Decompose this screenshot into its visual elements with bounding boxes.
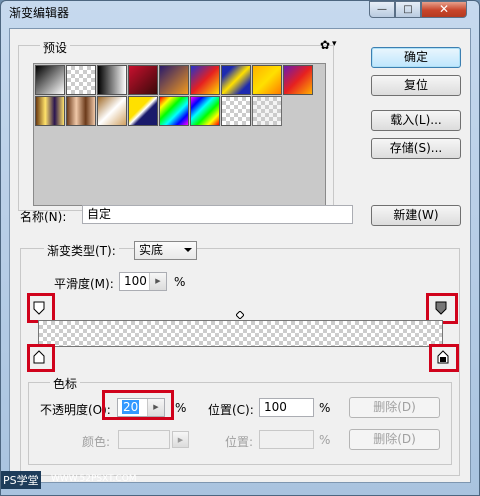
window-title: 渐变编辑器	[9, 6, 70, 20]
preset-swatch[interactable]	[221, 65, 251, 95]
maximize-button[interactable]: □	[395, 1, 421, 18]
gradient-type-label: 渐变类型(T):	[44, 242, 119, 259]
color-position-label: 位置:	[225, 435, 254, 449]
preset-swatch[interactable]	[221, 96, 251, 126]
title-bar[interactable]: 渐变编辑器 — □ ✕	[1, 1, 479, 23]
highlight-box-opacity-left	[27, 293, 55, 323]
spin-arrow-icon[interactable]: ▶	[149, 273, 166, 290]
preset-swatch-panel	[33, 63, 326, 206]
opacity-position-input[interactable]: 100	[259, 398, 314, 417]
highlight-box-opacity-input	[102, 390, 174, 420]
preset-swatch[interactable]	[128, 96, 158, 126]
presets-label: 预设	[40, 39, 71, 56]
chevron-down-icon	[184, 248, 192, 252]
opacity-unit: %	[175, 401, 187, 415]
watermark-logo: PS学堂	[1, 471, 41, 489]
gradient-preview-bar[interactable]	[38, 320, 443, 347]
load-button[interactable]: 载入(L)...	[371, 110, 461, 131]
preset-swatch[interactable]	[252, 65, 282, 95]
preset-swatch[interactable]	[159, 65, 189, 95]
gradient-type-select[interactable]: 实底	[134, 241, 197, 260]
preset-swatch[interactable]	[97, 65, 127, 95]
dialog-body: 预设 ✿ ▾ 确定 复位 载入(L)... 存储(S)... 名称(N): 自定…	[9, 28, 471, 483]
smoothness-value: 100	[124, 274, 147, 288]
stops-group	[28, 382, 452, 465]
save-button[interactable]: 存储(S)...	[371, 138, 461, 159]
opacity-position-label: 位置(C):	[208, 403, 254, 417]
color-swatch-field[interactable]	[118, 430, 170, 449]
delete-opacity-stop-button[interactable]: 删除(D)	[349, 397, 440, 418]
color-label: 颜色:	[82, 435, 111, 449]
highlight-box-color-left	[27, 344, 55, 372]
smoothness-label: 平滑度(M):	[54, 277, 114, 291]
preset-swatch[interactable]	[190, 65, 220, 95]
watermark-url: WWW.52PSXT.COM	[51, 474, 137, 484]
highlight-box-color-right	[429, 344, 459, 372]
name-input[interactable]: 自定	[82, 205, 353, 224]
color-position-input[interactable]	[259, 430, 314, 449]
preset-swatch[interactable]	[97, 96, 127, 126]
name-label: 名称(N):	[20, 210, 67, 224]
preset-swatch[interactable]	[128, 65, 158, 95]
gradient-editor-window: 渐变编辑器 — □ ✕ 预设 ✿ ▾ 确定 复位 载入(L)... 存储(S).…	[0, 0, 480, 496]
midpoint-diamond-icon[interactable]	[236, 311, 244, 319]
minimize-button[interactable]: —	[369, 1, 395, 18]
opacity-label: 不透明度(O):	[40, 403, 111, 417]
preset-swatch[interactable]	[252, 96, 282, 126]
color-position-unit: %	[319, 433, 331, 447]
opacity-position-unit: %	[319, 401, 331, 415]
reset-button[interactable]: 复位	[371, 75, 461, 96]
smoothness-unit: %	[174, 275, 186, 289]
preset-swatch[interactable]	[66, 96, 96, 126]
spin-arrow-icon[interactable]: ▶	[172, 431, 189, 448]
stops-label: 色标	[50, 375, 81, 392]
preset-swatch[interactable]	[190, 96, 220, 126]
ok-button[interactable]: 确定	[371, 47, 461, 68]
gear-icon[interactable]: ✿	[320, 38, 330, 52]
preset-swatch[interactable]	[66, 65, 96, 95]
preset-swatch[interactable]	[283, 65, 313, 95]
preset-swatch[interactable]	[159, 96, 189, 126]
preset-swatch[interactable]	[35, 96, 65, 126]
smoothness-input[interactable]: 100 ▶	[119, 272, 167, 291]
new-button[interactable]: 新建(W)	[371, 205, 461, 226]
gradient-type-value: 实底	[139, 243, 164, 257]
chevron-down-icon[interactable]: ▾	[332, 39, 337, 49]
close-button[interactable]: ✕	[421, 1, 467, 18]
preset-swatch[interactable]	[35, 65, 65, 95]
delete-color-stop-button[interactable]: 删除(D)	[349, 429, 440, 450]
